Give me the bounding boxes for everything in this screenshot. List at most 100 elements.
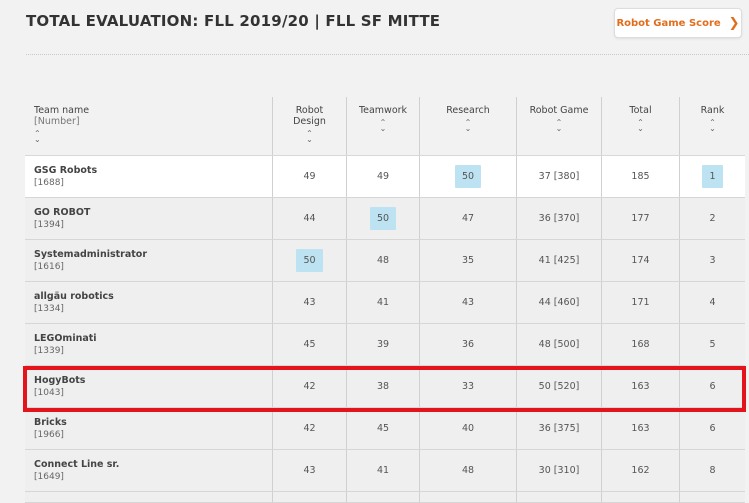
sort-icon[interactable]: ⌃ ⌄ — [420, 119, 516, 133]
sort-icon[interactable]: ⌃ ⌄ — [273, 130, 346, 144]
team-name-cell: GO ROBOT [1394] — [25, 198, 272, 239]
robot-design-cell: 44 — [272, 198, 346, 239]
robot-game-cell: 50 [520] — [516, 366, 601, 407]
team-number: [1649] — [34, 472, 64, 482]
rank-cell: 6 — [679, 366, 745, 407]
header-teamwork-label: Teamwork — [358, 105, 408, 116]
sort-icon[interactable]: ⌃ ⌄ — [602, 119, 679, 133]
rank-cell: 2 — [679, 198, 745, 239]
teamwork-cell: 41 — [346, 282, 419, 323]
robot-design-cell: 50 — [272, 240, 346, 281]
rank-cell: 1 — [679, 156, 745, 197]
table-row[interactable]: allgäu robotics [1334] 43 41 43 44 [460]… — [25, 282, 745, 324]
team-name: Bricks — [34, 417, 67, 428]
teamwork-cell: 39 — [346, 324, 419, 365]
robot-game-score-button[interactable]: Robot Game Score ❯ — [614, 8, 742, 38]
sort-icon[interactable]: ⌃ ⌄ — [34, 130, 272, 144]
team-number: [1616] — [34, 262, 64, 272]
robot-design-cell: 43 — [272, 282, 346, 323]
robot-game-cell: 41 [425] — [516, 240, 601, 281]
rank-cell: 3 — [679, 240, 745, 281]
research-cell: 36 — [419, 324, 516, 365]
header-research-label: Research — [446, 105, 490, 116]
header-rank-label: Rank — [700, 105, 725, 116]
header-total[interactable]: Total ⌃ ⌄ — [601, 97, 679, 155]
total-cell: 168 — [601, 324, 679, 365]
chevron-right-icon: ❯ — [728, 15, 740, 31]
best-score-badge: 50 — [454, 165, 482, 188]
team-name-cell: Systemadministrator [1616] — [25, 240, 272, 281]
research-cell: 33 — [419, 366, 516, 407]
sort-icon[interactable]: ⌃ ⌄ — [347, 119, 419, 133]
research-cell: 48 — [419, 450, 516, 491]
robot-game-cell: 36 [370] — [516, 198, 601, 239]
team-name-cell: Bricks [1966] — [25, 408, 272, 449]
robot-game-score-label: Robot Game Score — [616, 17, 721, 29]
table-row[interactable]: GSG Robots [1688] 49 49 50 37 [380] 185 … — [25, 156, 745, 198]
table-row[interactable]: Connect Line sr. [1649] 43 41 48 30 [310… — [25, 450, 745, 492]
table-row[interactable]: Bricks [1966] 42 45 40 36 [375] 163 6 — [25, 408, 745, 450]
robot-design-cell: 45 — [272, 324, 346, 365]
table-row[interactable]: LEGOminati [1339] 45 39 36 48 [500] 168 … — [25, 324, 745, 366]
header-robot-game[interactable]: Robot Game ⌃ ⌄ — [516, 97, 601, 155]
team-name: Systemadministrator — [34, 249, 148, 260]
team-name-cell: Connect Line sr. [1649] — [25, 450, 272, 491]
header-robot-design[interactable]: Robot Design ⌃ ⌄ — [272, 97, 346, 155]
evaluation-table: Team name [Number] ⌃ ⌄ Robot Design ⌃ ⌄ Te… — [25, 97, 745, 503]
team-number: [1688] — [34, 178, 64, 188]
teamwork-cell: 38 — [346, 366, 419, 407]
sort-icon[interactable]: ⌃ ⌄ — [517, 119, 601, 133]
header-team-name-label: Team name — [34, 105, 90, 116]
team-number: [1394] — [34, 220, 64, 230]
rank-cell: 8 — [679, 450, 745, 491]
robot-design-cell: 43 — [272, 450, 346, 491]
table-row[interactable]: GO ROBOT [1394] 44 50 47 36 [370] 177 2 — [25, 198, 745, 240]
total-cell: 162 — [601, 450, 679, 491]
research-cell: 50 — [419, 156, 516, 197]
research-cell: 43 — [419, 282, 516, 323]
rank-cell: 4 — [679, 282, 745, 323]
team-number: [1043] — [34, 388, 64, 398]
teamwork-cell: 45 — [346, 408, 419, 449]
team-name: GSG Robots — [34, 165, 98, 176]
table-row[interactable]: HogyBots [1043] 42 38 33 50 [520] 163 6 — [25, 366, 745, 408]
robot-game-cell: 48 [500] — [516, 324, 601, 365]
teamwork-cell: 48 — [346, 240, 419, 281]
header-team-name[interactable]: Team name [Number] ⌃ ⌄ — [25, 97, 272, 155]
header-robot-design-label-1: Robot — [295, 105, 324, 116]
robot-game-cell: 37 [380] — [516, 156, 601, 197]
robot-design-cell: 42 — [272, 408, 346, 449]
team-name: allgäu robotics — [34, 291, 114, 302]
header-team-number-label: [Number] — [34, 116, 80, 127]
total-cell: 185 — [601, 156, 679, 197]
robot-design-cell: 42 — [272, 366, 346, 407]
total-cell: 174 — [601, 240, 679, 281]
total-cell: 177 — [601, 198, 679, 239]
team-name-cell: allgäu robotics [1334] — [25, 282, 272, 323]
team-name-cell: HogyBots [1043] — [25, 366, 272, 407]
robot-game-cell: 30 [310] — [516, 450, 601, 491]
robot-game-cell: 36 [375] — [516, 408, 601, 449]
total-cell: 163 — [601, 408, 679, 449]
header-rank[interactable]: Rank ⌃ ⌄ — [679, 97, 745, 155]
total-cell: 171 — [601, 282, 679, 323]
team-name: LEGOminati — [34, 333, 97, 344]
table-row[interactable]: Systemadministrator [1616] 50 48 35 41 [… — [25, 240, 745, 282]
header-teamwork[interactable]: Teamwork ⌃ ⌄ — [346, 97, 419, 155]
divider — [26, 54, 749, 55]
total-cell: 163 — [601, 366, 679, 407]
team-name: Connect Line sr. — [34, 459, 120, 470]
best-rank-badge: 1 — [702, 165, 723, 188]
sort-icon[interactable]: ⌃ ⌄ — [680, 119, 745, 133]
page-title: TOTAL EVALUATION: FLL 2019/20 | FLL SF M… — [26, 12, 441, 30]
team-number: [1334] — [34, 304, 64, 314]
research-cell: 35 — [419, 240, 516, 281]
robot-design-cell: 49 — [272, 156, 346, 197]
table-row-partial — [25, 492, 745, 503]
rank-cell: 6 — [679, 408, 745, 449]
team-number: [1966] — [34, 430, 64, 440]
header-research[interactable]: Research ⌃ ⌄ — [419, 97, 516, 155]
best-score-badge: 50 — [296, 249, 323, 272]
team-number: [1339] — [34, 346, 64, 356]
team-name-cell: GSG Robots [1688] — [25, 156, 272, 197]
